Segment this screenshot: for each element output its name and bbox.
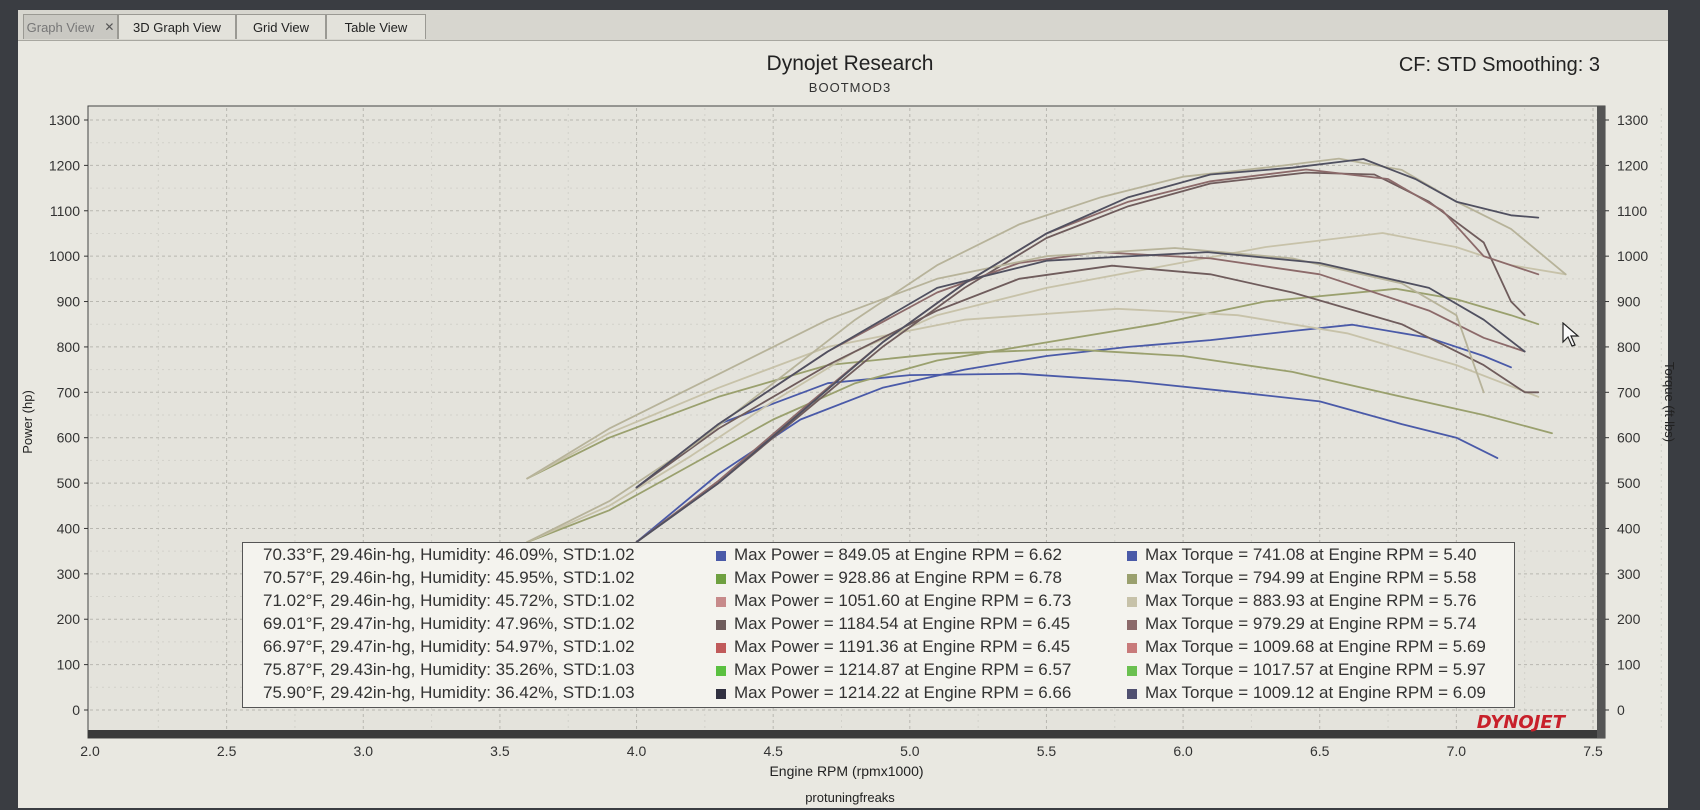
y-tick-label: 700 xyxy=(57,384,81,400)
y2-tick-label: 100 xyxy=(1617,657,1641,673)
legend-row: 75.90°F, 29.42in-hg, Humidity: 36.42%, S… xyxy=(243,683,1514,706)
x-tick-label: 2.5 xyxy=(217,743,237,759)
power-swatch xyxy=(716,574,726,584)
y2-tick-label: 900 xyxy=(1617,294,1641,310)
bottom-scroll-bar xyxy=(88,730,1605,738)
y-axis-label: Power (hp) xyxy=(20,390,35,454)
max-torque-value: Max Torque = 979.29 at Engine RPM = 5.74 xyxy=(1145,614,1477,633)
power-swatch xyxy=(716,620,726,630)
x-tick-label: 5.5 xyxy=(1037,743,1057,759)
max-power-value: Max Power = 1184.54 at Engine RPM = 6.45 xyxy=(734,614,1071,633)
torque-swatch xyxy=(1127,574,1137,584)
y-tick-label: 900 xyxy=(57,294,81,310)
torque-swatch xyxy=(1127,620,1137,630)
max-power-value: Max Power = 1191.36 at Engine RPM = 6.45 xyxy=(734,637,1071,656)
y2-axis-label: Torque (ft-lbs) xyxy=(1662,362,1677,442)
run-conditions: 75.87°F, 29.43in-hg, Humidity: 35.26%, S… xyxy=(263,660,635,679)
max-torque-value: Max Torque = 1009.12 at Engine RPM = 6.0… xyxy=(1145,683,1486,702)
x-tick-label: 3.5 xyxy=(490,743,510,759)
power-swatch xyxy=(716,689,726,699)
x-tick-label: 2.0 xyxy=(80,743,100,759)
y-tick-label: 1300 xyxy=(49,112,80,128)
y2-tick-label: 600 xyxy=(1617,430,1641,446)
x-tick-label: 7.5 xyxy=(1583,743,1603,759)
max-torque-value: Max Torque = 1009.68 at Engine RPM = 5.6… xyxy=(1145,637,1486,656)
dynojet-logo: DYNOJET xyxy=(1477,712,1567,733)
max-power-value: Max Power = 1214.22 at Engine RPM = 6.66 xyxy=(734,683,1072,702)
y2-tick-label: 0 xyxy=(1617,702,1625,718)
legend-row: 70.57°F, 29.46in-hg, Humidity: 45.95%, S… xyxy=(243,568,1514,591)
y-tick-label: 800 xyxy=(57,339,81,355)
torque-swatch xyxy=(1127,666,1137,676)
y-tick-label: 500 xyxy=(57,475,81,491)
y-tick-label: 1200 xyxy=(49,157,80,173)
x-axis-label: Engine RPM (rpmx1000) xyxy=(769,763,923,779)
torque-swatch xyxy=(1127,597,1137,607)
max-torque-value: Max Torque = 741.08 at Engine RPM = 5.40 xyxy=(1145,545,1477,564)
max-power-value: Max Power = 928.86 at Engine RPM = 6.78 xyxy=(734,568,1062,587)
legend-row: 69.01°F, 29.47in-hg, Humidity: 47.96%, S… xyxy=(243,614,1514,637)
y2-tick-label: 300 xyxy=(1617,566,1641,582)
x-tick-label: 6.5 xyxy=(1310,743,1330,759)
legend-row: 66.97°F, 29.47in-hg, Humidity: 54.97%, S… xyxy=(243,637,1514,660)
right-scroll-bar xyxy=(1597,106,1605,738)
y2-tick-label: 200 xyxy=(1617,611,1641,627)
run-legend: 70.33°F, 29.46in-hg, Humidity: 46.09%, S… xyxy=(242,542,1515,708)
x-tick-label: 7.0 xyxy=(1447,743,1467,759)
mouse-pointer-icon xyxy=(1562,322,1580,347)
y-tick-label: 200 xyxy=(57,611,81,627)
max-torque-value: Max Torque = 794.99 at Engine RPM = 5.58 xyxy=(1145,568,1477,587)
y2-tick-label: 700 xyxy=(1617,384,1641,400)
run-conditions: 69.01°F, 29.47in-hg, Humidity: 47.96%, S… xyxy=(263,614,635,633)
y-tick-label: 300 xyxy=(57,566,81,582)
run-conditions: 70.57°F, 29.46in-hg, Humidity: 45.95%, S… xyxy=(263,568,635,587)
y-tick-label: 1100 xyxy=(50,203,80,219)
power-swatch xyxy=(716,643,726,653)
max-torque-value: Max Torque = 883.93 at Engine RPM = 5.76 xyxy=(1145,591,1477,610)
y2-tick-label: 1300 xyxy=(1617,112,1648,128)
y2-tick-label: 800 xyxy=(1617,339,1641,355)
y2-tick-label: 1100 xyxy=(1617,203,1647,219)
x-tick-label: 4.5 xyxy=(763,743,783,759)
footer-credit: protuningfreaks xyxy=(805,790,895,805)
y-tick-label: 600 xyxy=(57,430,81,446)
legend-row: 71.02°F, 29.46in-hg, Humidity: 45.72%, S… xyxy=(243,591,1514,614)
x-tick-label: 5.0 xyxy=(900,743,920,759)
y2-tick-label: 400 xyxy=(1617,520,1641,536)
torque-swatch xyxy=(1127,643,1137,653)
power-swatch xyxy=(716,597,726,607)
legend-row: 70.33°F, 29.46in-hg, Humidity: 46.09%, S… xyxy=(243,545,1514,568)
run-conditions: 66.97°F, 29.47in-hg, Humidity: 54.97%, S… xyxy=(263,637,635,656)
y-tick-label: 100 xyxy=(57,657,81,673)
run-conditions: 71.02°F, 29.46in-hg, Humidity: 45.72%, S… xyxy=(263,591,635,610)
max-power-value: Max Power = 1051.60 at Engine RPM = 6.73 xyxy=(734,591,1072,610)
y-tick-label: 0 xyxy=(72,702,80,718)
power-swatch xyxy=(716,551,726,561)
torque-swatch xyxy=(1127,551,1137,561)
legend-row: 75.87°F, 29.43in-hg, Humidity: 35.26%, S… xyxy=(243,660,1514,683)
x-tick-label: 4.0 xyxy=(627,743,647,759)
run-conditions: 70.33°F, 29.46in-hg, Humidity: 46.09%, S… xyxy=(263,545,635,564)
max-power-value: Max Power = 1214.87 at Engine RPM = 6.57 xyxy=(734,660,1072,679)
y2-tick-label: 1200 xyxy=(1617,157,1648,173)
max-power-value: Max Power = 849.05 at Engine RPM = 6.62 xyxy=(734,545,1062,564)
max-torque-value: Max Torque = 1017.57 at Engine RPM = 5.9… xyxy=(1145,660,1486,679)
run-conditions: 75.90°F, 29.42in-hg, Humidity: 36.42%, S… xyxy=(263,683,635,702)
y2-tick-label: 500 xyxy=(1617,475,1641,491)
x-tick-label: 3.0 xyxy=(354,743,374,759)
y-tick-label: 1000 xyxy=(49,248,80,264)
power-swatch xyxy=(716,666,726,676)
y-tick-label: 400 xyxy=(57,520,81,536)
y2-tick-label: 1000 xyxy=(1617,248,1648,264)
x-tick-label: 6.0 xyxy=(1173,743,1193,759)
torque-swatch xyxy=(1127,689,1137,699)
